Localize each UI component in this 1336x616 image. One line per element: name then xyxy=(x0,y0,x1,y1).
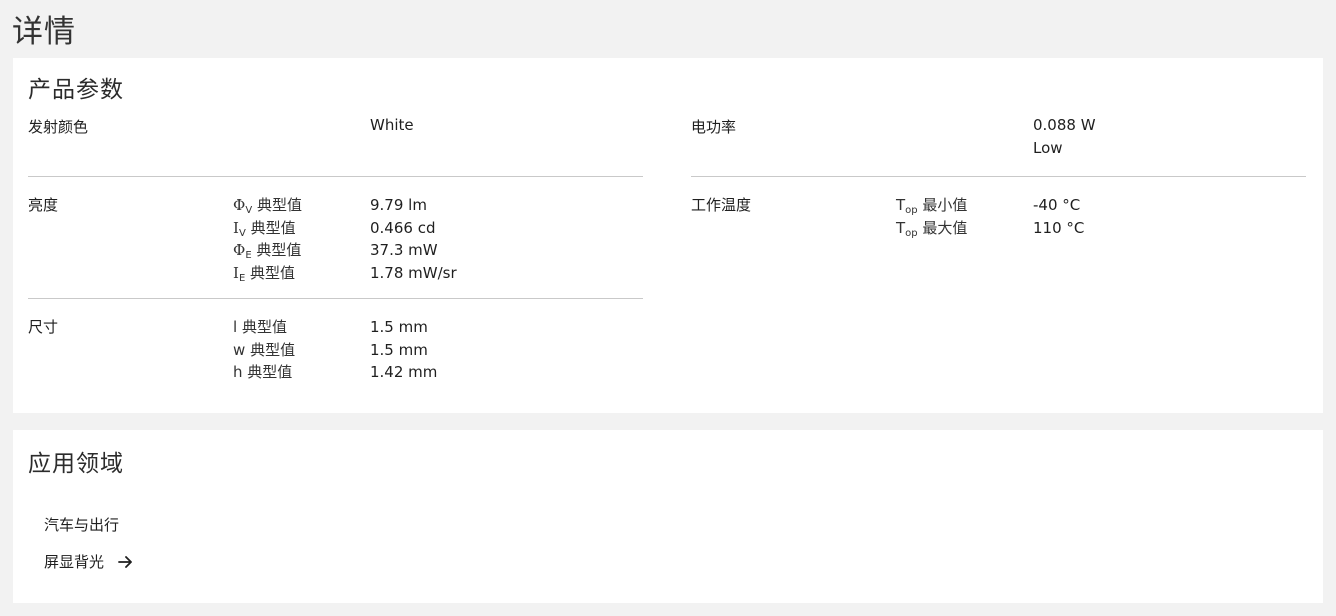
param-value-power-class: Low xyxy=(1033,138,1063,157)
size-line: w 典型值 1.5 mm xyxy=(28,339,643,362)
page-title: 详情 xyxy=(12,14,76,50)
brightness-qualifier: IE 典型值 xyxy=(233,263,296,284)
size-value: 1.5 mm xyxy=(370,340,428,359)
brightness-line: ΦE 典型值 37.3 mW xyxy=(28,239,643,262)
temp-value: -40 °C xyxy=(1033,196,1081,214)
temp-line: Top 最大值 110 °C xyxy=(691,217,1306,240)
temp-qualifier: Top 最大值 xyxy=(896,218,968,239)
size-value: 1.5 mm xyxy=(370,318,428,336)
size-line: l 典型值 1.5 mm xyxy=(28,316,643,339)
params-right-column: 电功率 0.088 W Low 工作温度 Top 最小值 -40 °C Top … xyxy=(691,116,1306,276)
size-qualifier: h 典型值 xyxy=(233,363,293,381)
page: 详情 产品参数 发射颜色 White 亮度 ΦV 典型值 9.79 lm IV … xyxy=(0,0,1336,616)
application-link-label: 屏显背光 xyxy=(44,553,105,571)
size-qualifier: w 典型值 xyxy=(233,340,296,359)
brightness-value: 37.3 mW xyxy=(370,241,438,259)
temp-line: Top 最小值 -40 °C xyxy=(691,194,1306,217)
size-qualifier: l 典型值 xyxy=(233,318,287,336)
brightness-value: 1.78 mW/sr xyxy=(370,263,457,282)
product-params-card: 产品参数 发射颜色 White 亮度 ΦV 典型值 9.79 lm IV 典型值… xyxy=(13,58,1323,413)
params-left-column: 发射颜色 White 亮度 ΦV 典型值 9.79 lm IV 典型值 0.46… xyxy=(28,116,643,408)
temp-value: 110 °C xyxy=(1033,218,1085,237)
applications-title: 应用领域 xyxy=(28,451,124,477)
brightness-line: IV 典型值 0.466 cd xyxy=(28,217,643,240)
applications-card: 应用领域 汽车与出行 屏显背光 xyxy=(13,430,1323,603)
brightness-value: 0.466 cd xyxy=(370,218,436,237)
param-row-size: 尺寸 l 典型值 1.5 mm w 典型值 1.5 mm h 典型值 1.42 … xyxy=(28,298,643,408)
brightness-value: 9.79 lm xyxy=(370,196,427,214)
application-category: 汽车与出行 xyxy=(44,516,120,534)
param-row-brightness: 亮度 ΦV 典型值 9.79 lm IV 典型值 0.466 cd ΦE 典型值… xyxy=(28,176,643,298)
size-line: h 典型值 1.42 mm xyxy=(28,361,643,384)
param-row-operating-temp: 工作温度 Top 最小值 -40 °C Top 最大值 110 °C xyxy=(691,176,1306,276)
arrow-right-icon xyxy=(118,555,134,569)
param-value-electrical-power: 0.088 W xyxy=(1033,116,1096,134)
param-value-emission-color: White xyxy=(370,116,414,134)
brightness-line: ΦV 典型值 9.79 lm xyxy=(28,194,643,217)
brightness-line: IE 典型值 1.78 mW/sr xyxy=(28,262,643,285)
application-link-display-backlight[interactable]: 屏显背光 xyxy=(44,551,134,572)
size-value: 1.42 mm xyxy=(370,363,438,381)
param-row-emission-color: 发射颜色 White xyxy=(28,116,643,176)
product-params-title: 产品参数 xyxy=(28,77,124,103)
param-row-electrical-power: 电功率 0.088 W Low xyxy=(691,116,1306,176)
